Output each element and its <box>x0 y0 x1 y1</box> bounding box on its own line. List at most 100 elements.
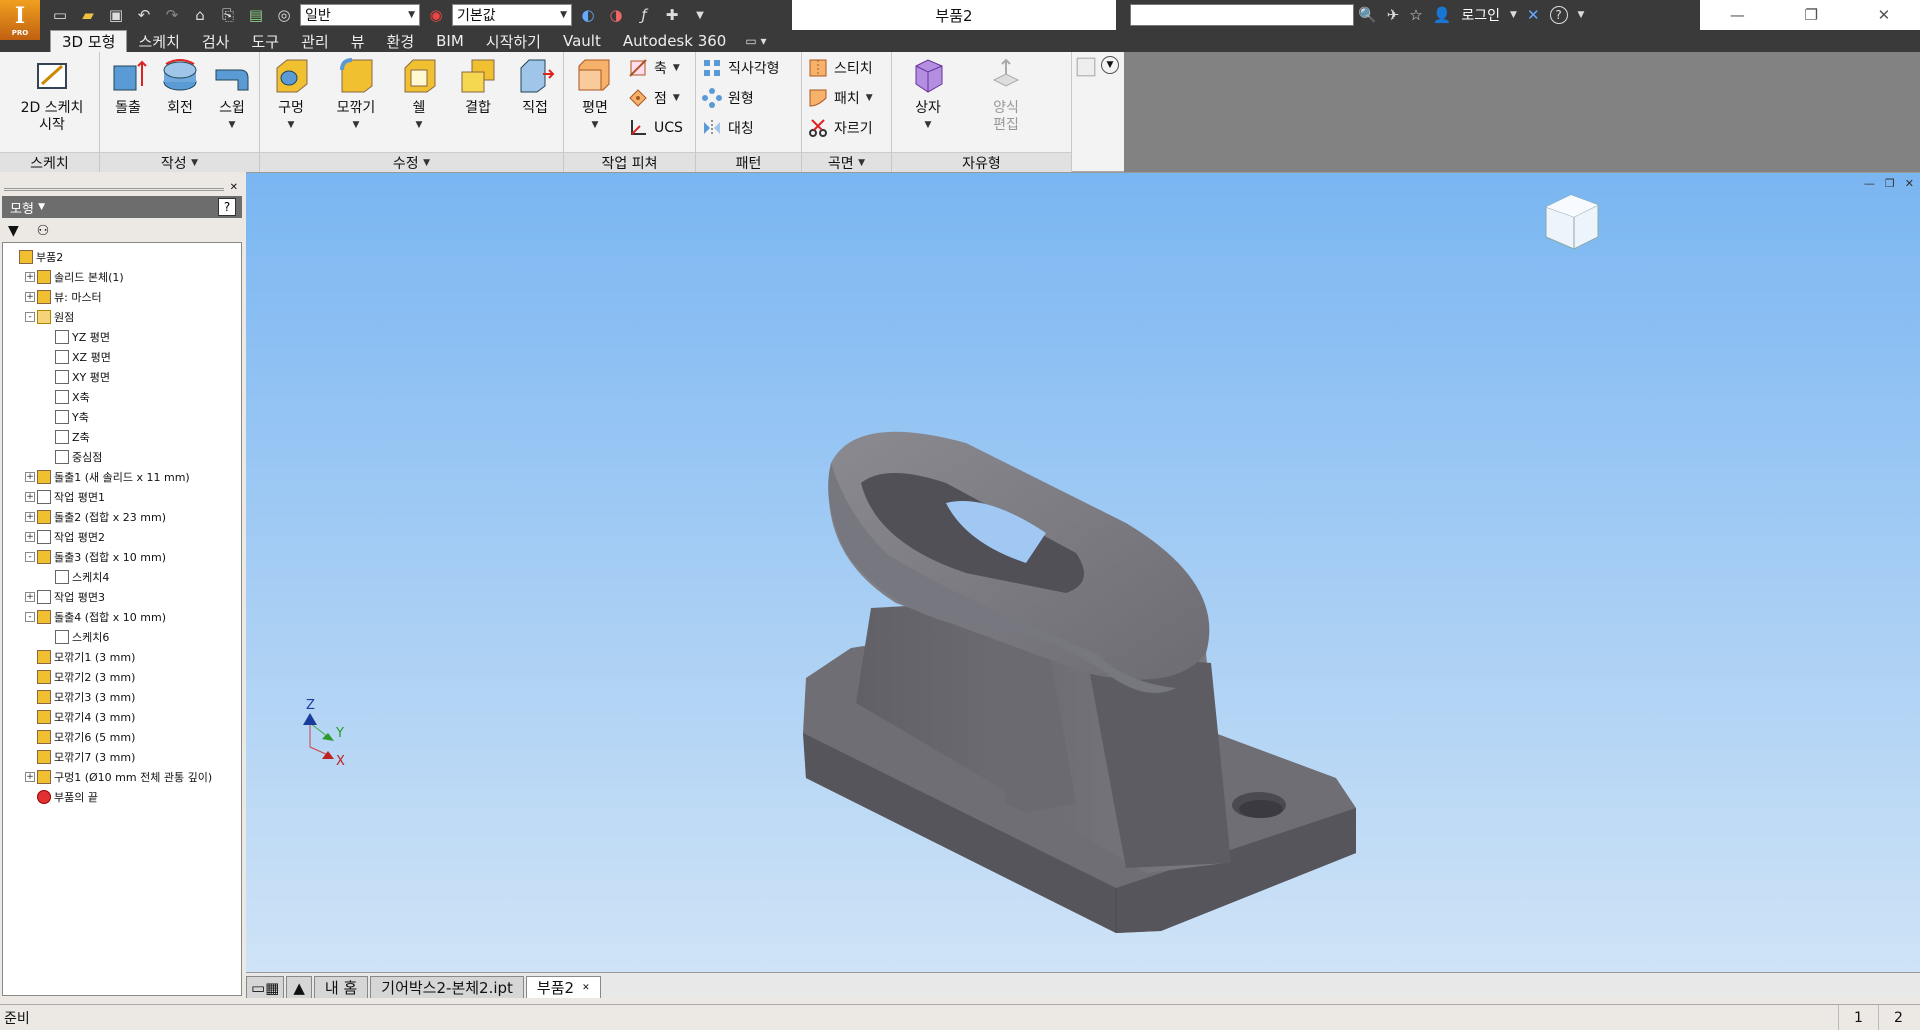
tab-list-icon[interactable]: ▲ <box>286 976 312 998</box>
hole-button[interactable]: 구멍 ▼ <box>266 56 316 134</box>
tab-sketch[interactable]: 스케치 <box>127 30 190 52</box>
save-icon[interactable]: ▣ <box>104 3 128 27</box>
browser-node[interactable]: 모깎기4 (3 mm) <box>3 707 241 727</box>
browser-node[interactable]: X축 <box>3 387 241 407</box>
browser-node[interactable]: + 솔리드 본체(1) <box>3 267 241 287</box>
update-icon[interactable]: ▤ <box>244 3 268 27</box>
graphics-viewport[interactable]: — ❐ ✕ Z Y X <box>246 172 1920 972</box>
browser-node[interactable]: 스케치4 <box>3 567 241 587</box>
plane-button[interactable]: 평면 ▼ <box>570 56 620 134</box>
application-menu-button[interactable]: I PRO <box>0 0 40 40</box>
qat-customize-icon[interactable]: ▼ <box>688 3 712 27</box>
axis-button[interactable]: 축 ▼ <box>628 56 680 80</box>
expand-toggle-icon[interactable]: + <box>25 772 35 782</box>
browser-node[interactable]: + 작업 평면3 <box>3 587 241 607</box>
browser-node[interactable]: + 구멍1 (Ø10 mm 전체 관통 깊이) <box>3 767 241 787</box>
exchange-icon[interactable]: ✕ <box>1527 6 1540 24</box>
tab-tools[interactable]: 도구 <box>240 30 290 52</box>
expand-toggle-icon[interactable]: - <box>25 312 35 322</box>
communication-icon[interactable]: ✈ <box>1387 6 1400 24</box>
modify-panel-title[interactable]: 수정 ▼ <box>260 152 563 172</box>
browser-node[interactable]: YZ 평면 <box>3 327 241 347</box>
browser-header[interactable]: 모형 ▼ ? <box>2 196 242 218</box>
tab-bim[interactable]: BIM <box>425 30 475 52</box>
browser-node[interactable]: 중심점 <box>3 447 241 467</box>
doctab-my-home[interactable]: 내 홈 <box>313 976 369 998</box>
browser-node[interactable]: + 돌출2 (접합 x 23 mm) <box>3 507 241 527</box>
expand-toggle-icon[interactable]: - <box>25 552 35 562</box>
start-2d-sketch-button[interactable]: 2D 스케치 시작 <box>10 56 94 134</box>
login-label[interactable]: 로그인 <box>1461 5 1500 25</box>
browser-node[interactable]: + 뷰: 마스터 <box>3 287 241 307</box>
browser-node[interactable]: - 원점 <box>3 307 241 327</box>
trim-button[interactable]: 자르기 <box>808 116 873 140</box>
user-icon[interactable]: 👤 <box>1433 6 1452 24</box>
tab-view[interactable]: 뷰 <box>340 30 376 52</box>
panel-options-icon[interactable]: ▼ <box>1098 56 1122 74</box>
browser-node[interactable]: 모깎기2 (3 mm) <box>3 667 241 687</box>
login-dropdown-icon[interactable]: ▼ <box>1510 10 1517 20</box>
expand-toggle-icon[interactable]: + <box>25 592 35 602</box>
rectangular-pattern-button[interactable]: 직사각형 <box>702 56 780 80</box>
browser-node[interactable]: - 돌출3 (접합 x 10 mm) <box>3 547 241 567</box>
circular-pattern-button[interactable]: 원형 <box>702 86 754 110</box>
restore-icon[interactable]: ❐ <box>1804 6 1817 24</box>
extrude-button[interactable]: 돌출 <box>104 56 152 117</box>
tab-environments[interactable]: 환경 <box>376 30 426 52</box>
doctab-part2[interactable]: 부품2 ✕ <box>525 976 601 998</box>
browser-node[interactable]: - 돌출4 (접합 x 10 mm) <box>3 607 241 627</box>
bracket-part[interactable] <box>803 431 1356 933</box>
appearance-style-combo[interactable]: 일반 ▼ <box>300 4 420 26</box>
browser-help-icon[interactable]: ? <box>218 198 236 216</box>
browser-node[interactable]: 부품2 <box>3 247 241 267</box>
ribbon-display-toggle-icon[interactable]: ▭ ▾ <box>737 30 774 52</box>
stitch-button[interactable]: 스티치 <box>808 56 873 80</box>
close-icon[interactable]: ✕ <box>1878 6 1891 24</box>
fillet-button[interactable]: 모깎기 ▼ <box>324 56 388 134</box>
minimize-icon[interactable]: — <box>1730 6 1745 24</box>
viewcube[interactable] <box>1545 194 1599 250</box>
material-combo[interactable]: 기본값 ▼ <box>452 4 572 26</box>
adjust-icon[interactable]: ◐ <box>576 3 600 27</box>
browser-node[interactable]: 부품의 끝 <box>3 787 241 807</box>
tab-manage[interactable]: 관리 <box>290 30 340 52</box>
tab-get-started[interactable]: 시작하기 <box>475 30 552 52</box>
plus-icon[interactable]: ✚ <box>660 3 684 27</box>
expand-toggle-icon[interactable]: - <box>25 612 35 622</box>
browser-node[interactable]: 스케치6 <box>3 627 241 647</box>
convert-icon[interactable] <box>1076 56 1096 78</box>
tile-windows-icon[interactable]: ▭▦ <box>246 976 285 998</box>
browser-node[interactable]: Y축 <box>3 407 241 427</box>
doctab-close-icon[interactable]: ✕ <box>582 983 590 993</box>
sweep-button[interactable]: 스윕 ▼ <box>208 56 256 134</box>
open-folder-icon[interactable]: ▰ <box>76 3 100 27</box>
expand-toggle-icon[interactable]: + <box>25 292 35 302</box>
tab-3d-model[interactable]: 3D 모형 <box>50 30 128 52</box>
create-panel-title[interactable]: 작성 ▼ <box>100 152 259 172</box>
combine-button[interactable]: 결합 <box>450 56 506 117</box>
expand-toggle-icon[interactable]: + <box>25 272 35 282</box>
point-button[interactable]: 점 ▼ <box>628 86 680 110</box>
browser-node[interactable]: + 작업 평면1 <box>3 487 241 507</box>
fx-icon[interactable]: ƒ <box>632 3 656 27</box>
browser-node[interactable]: XY 평면 <box>3 367 241 387</box>
new-file-icon[interactable]: ▭ <box>48 3 72 27</box>
browser-node[interactable]: 모깎기6 (5 mm) <box>3 727 241 747</box>
patch-button[interactable]: 패치 ▼ <box>808 86 873 110</box>
tab-autodesk-360[interactable]: Autodesk 360 <box>612 30 737 52</box>
shell-button[interactable]: 쉘 ▼ <box>394 56 444 134</box>
surface-panel-title[interactable]: 곡면 ▼ <box>802 152 891 172</box>
help-search-input[interactable] <box>1130 4 1354 26</box>
help-dropdown-icon[interactable]: ▼ <box>1578 10 1585 20</box>
expand-toggle-icon[interactable]: + <box>25 512 35 522</box>
browser-node[interactable]: 모깎기3 (3 mm) <box>3 687 241 707</box>
browser-node[interactable]: 모깎기7 (3 mm) <box>3 747 241 767</box>
filter-icon[interactable]: ▼ <box>8 223 19 239</box>
direct-edit-button[interactable]: 직접 <box>510 56 560 117</box>
clear-appearance-icon[interactable]: ◑ <box>604 3 628 27</box>
expand-toggle-icon[interactable]: + <box>25 532 35 542</box>
browser-node[interactable]: + 돌출1 (새 솔리드 x 11 mm) <box>3 467 241 487</box>
color-wheel-icon[interactable]: ◉ <box>424 3 448 27</box>
browser-node[interactable]: Z축 <box>3 427 241 447</box>
favorites-icon[interactable]: ☆ <box>1409 6 1422 24</box>
